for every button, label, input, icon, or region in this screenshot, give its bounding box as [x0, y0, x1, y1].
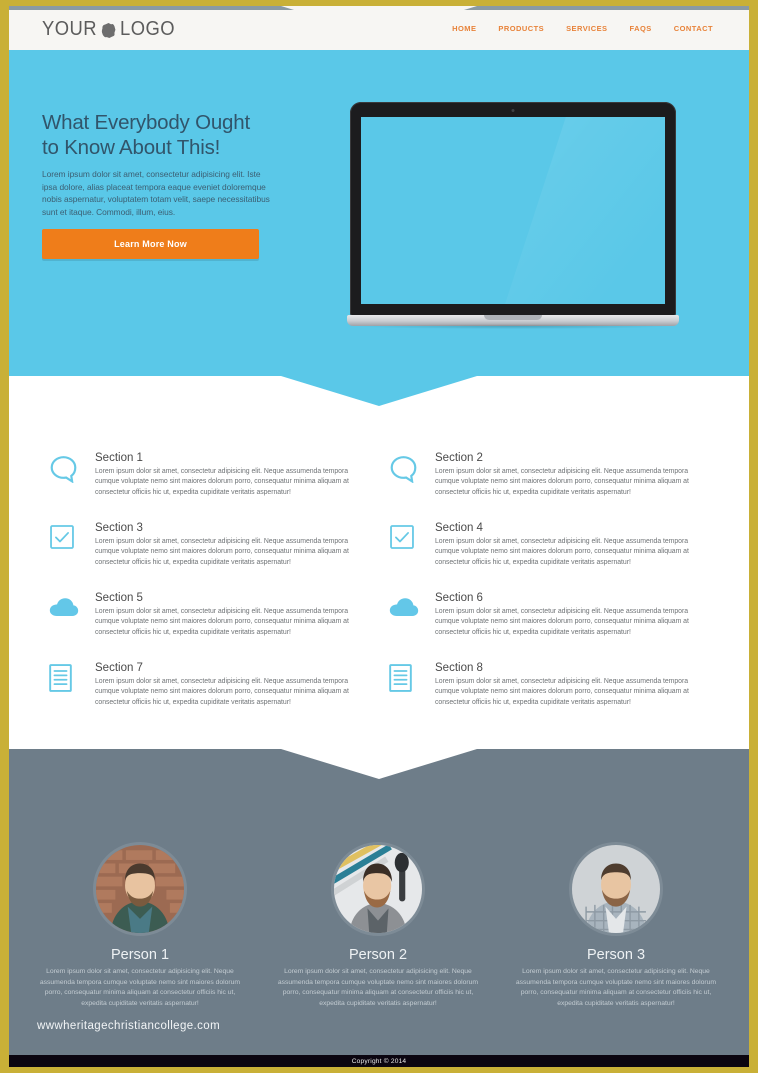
feature-item: Section 5 Lorem ipsum dolor sit amet, co… [43, 591, 383, 661]
feature-title: Section 4 [435, 522, 483, 534]
page-border-frame: YOUR LOGO HOME PRODUCTS SERVICES FAQS CO… [0, 0, 758, 1073]
feature-title: Section 2 [435, 452, 483, 464]
header-notch-triangle [281, 6, 477, 36]
feature-item: Section 4 Lorem ipsum dolor sit amet, co… [383, 521, 723, 591]
feature-description: Lorem ipsum dolor sit amet, consectetur … [95, 678, 349, 706]
document-lines-icon [383, 661, 435, 731]
feature-body: Section 1 Lorem ipsum dolor sit amet, co… [95, 451, 368, 521]
cloud-icon [43, 591, 95, 661]
feature-description: Lorem ipsum dolor sit amet, consectetur … [95, 468, 349, 496]
main-navigation: HOME PRODUCTS SERVICES FAQS CONTACT [441, 24, 724, 33]
feature-title: Section 8 [435, 662, 483, 674]
copyright-text: Copyright © 2014 [351, 1057, 407, 1065]
site-footer: Copyright © 2014 [9, 1055, 749, 1067]
team-member-name: Person 2 [348, 947, 408, 963]
team-member-bio: Lorem ipsum dolor sit amet, consectetur … [39, 968, 241, 1007]
feature-body: Section 2 Lorem ipsum dolor sit amet, co… [435, 451, 708, 521]
nav-item-contact[interactable]: CONTACT [663, 24, 724, 33]
hero-title: What Everybody Ought to Know About This! [42, 110, 274, 160]
feature-body: Section 4 Lorem ipsum dolor sit amet, co… [435, 521, 708, 591]
features-notch-triangle [281, 749, 477, 779]
speech-bubble-icon [43, 451, 95, 521]
team-member-bio: Lorem ipsum dolor sit amet, consectetur … [277, 968, 479, 1007]
feature-body: Section 8 Lorem ipsum dolor sit amet, co… [435, 661, 708, 731]
feature-description: Lorem ipsum dolor sit amet, consectetur … [435, 678, 689, 706]
team-member: Person 3 Lorem ipsum dolor sit amet, con… [497, 842, 735, 1009]
hero-paragraph: Lorem ipsum dolor sit amet, consectetur … [42, 169, 270, 217]
features-section: Section 1 Lorem ipsum dolor sit amet, co… [9, 376, 749, 749]
speech-bubble-icon [383, 451, 435, 521]
feature-description: Lorem ipsum dolor sit amet, consectetur … [435, 538, 689, 566]
feature-item: Section 7 Lorem ipsum dolor sit amet, co… [43, 661, 383, 731]
feature-title: Section 6 [435, 592, 483, 604]
document-lines-icon [43, 661, 95, 731]
team-member-name: Person 1 [110, 947, 170, 963]
team-member-name: Person 3 [586, 947, 646, 963]
hero-title-line-1: What Everybody Ought [42, 111, 250, 134]
avatar [569, 842, 663, 936]
feature-item: Section 2 Lorem ipsum dolor sit amet, co… [383, 451, 723, 521]
team-grid: Person 1 Lorem ipsum dolor sit amet, con… [21, 842, 737, 1009]
team-member: Person 1 Lorem ipsum dolor sit amet, con… [21, 842, 259, 1009]
nav-item-faqs[interactable]: FAQS [619, 24, 663, 33]
team-member-bio: Lorem ipsum dolor sit amet, consectetur … [515, 968, 717, 1007]
avatar [93, 842, 187, 936]
features-grid: Section 1 Lorem ipsum dolor sit amet, co… [43, 451, 723, 731]
feature-description: Lorem ipsum dolor sit amet, consectetur … [435, 468, 689, 496]
logo-word-second: LOGO [120, 18, 176, 40]
logo-word-first: YOUR [42, 18, 98, 40]
website-preview: YOUR LOGO HOME PRODUCTS SERVICES FAQS CO… [9, 6, 749, 1067]
checkbox-check-icon [43, 521, 95, 591]
hero-notch-triangle [281, 376, 477, 406]
laptop-lid [350, 102, 676, 317]
logo-blob-icon [101, 23, 116, 38]
nav-item-products[interactable]: PRODUCTS [487, 24, 555, 33]
feature-body: Section 7 Lorem ipsum dolor sit amet, co… [95, 661, 368, 731]
feature-description: Lorem ipsum dolor sit amet, consectetur … [435, 608, 689, 636]
feature-description: Lorem ipsum dolor sit amet, consectetur … [95, 608, 349, 636]
laptop-shadow [359, 324, 667, 329]
team-member: Person 2 Lorem ipsum dolor sit amet, con… [259, 842, 497, 1009]
avatar [331, 842, 425, 936]
feature-title: Section 7 [95, 662, 143, 674]
checkbox-check-icon [383, 521, 435, 591]
feature-item: Section 6 Lorem ipsum dolor sit amet, co… [383, 591, 723, 661]
site-logo[interactable]: YOUR LOGO [42, 18, 175, 41]
feature-item: Section 3 Lorem ipsum dolor sit amet, co… [43, 521, 383, 591]
feature-item: Section 8 Lorem ipsum dolor sit amet, co… [383, 661, 723, 731]
laptop-mockup-image [347, 102, 679, 342]
laptop-screen [361, 117, 665, 304]
feature-body: Section 3 Lorem ipsum dolor sit amet, co… [95, 521, 368, 591]
feature-item: Section 1 Lorem ipsum dolor sit amet, co… [43, 451, 383, 521]
learn-more-button[interactable]: Learn More Now [42, 229, 259, 259]
cloud-icon [383, 591, 435, 661]
feature-description: Lorem ipsum dolor sit amet, consectetur … [95, 538, 349, 566]
feature-title: Section 3 [95, 522, 143, 534]
watermark-text: wwwheritagechristiancollege.com [37, 1020, 221, 1032]
feature-body: Section 5 Lorem ipsum dolor sit amet, co… [95, 591, 368, 661]
hero-section: What Everybody Ought to Know About This!… [9, 50, 749, 376]
team-section: Person 1 Lorem ipsum dolor sit amet, con… [9, 749, 749, 1055]
feature-body: Section 6 Lorem ipsum dolor sit amet, co… [435, 591, 708, 661]
feature-title: Section 5 [95, 592, 143, 604]
hero-title-line-2: to Know About This! [42, 136, 221, 159]
feature-title: Section 1 [95, 452, 143, 464]
hero-copy-block: What Everybody Ought to Know About This!… [42, 110, 274, 259]
nav-item-services[interactable]: SERVICES [555, 24, 618, 33]
